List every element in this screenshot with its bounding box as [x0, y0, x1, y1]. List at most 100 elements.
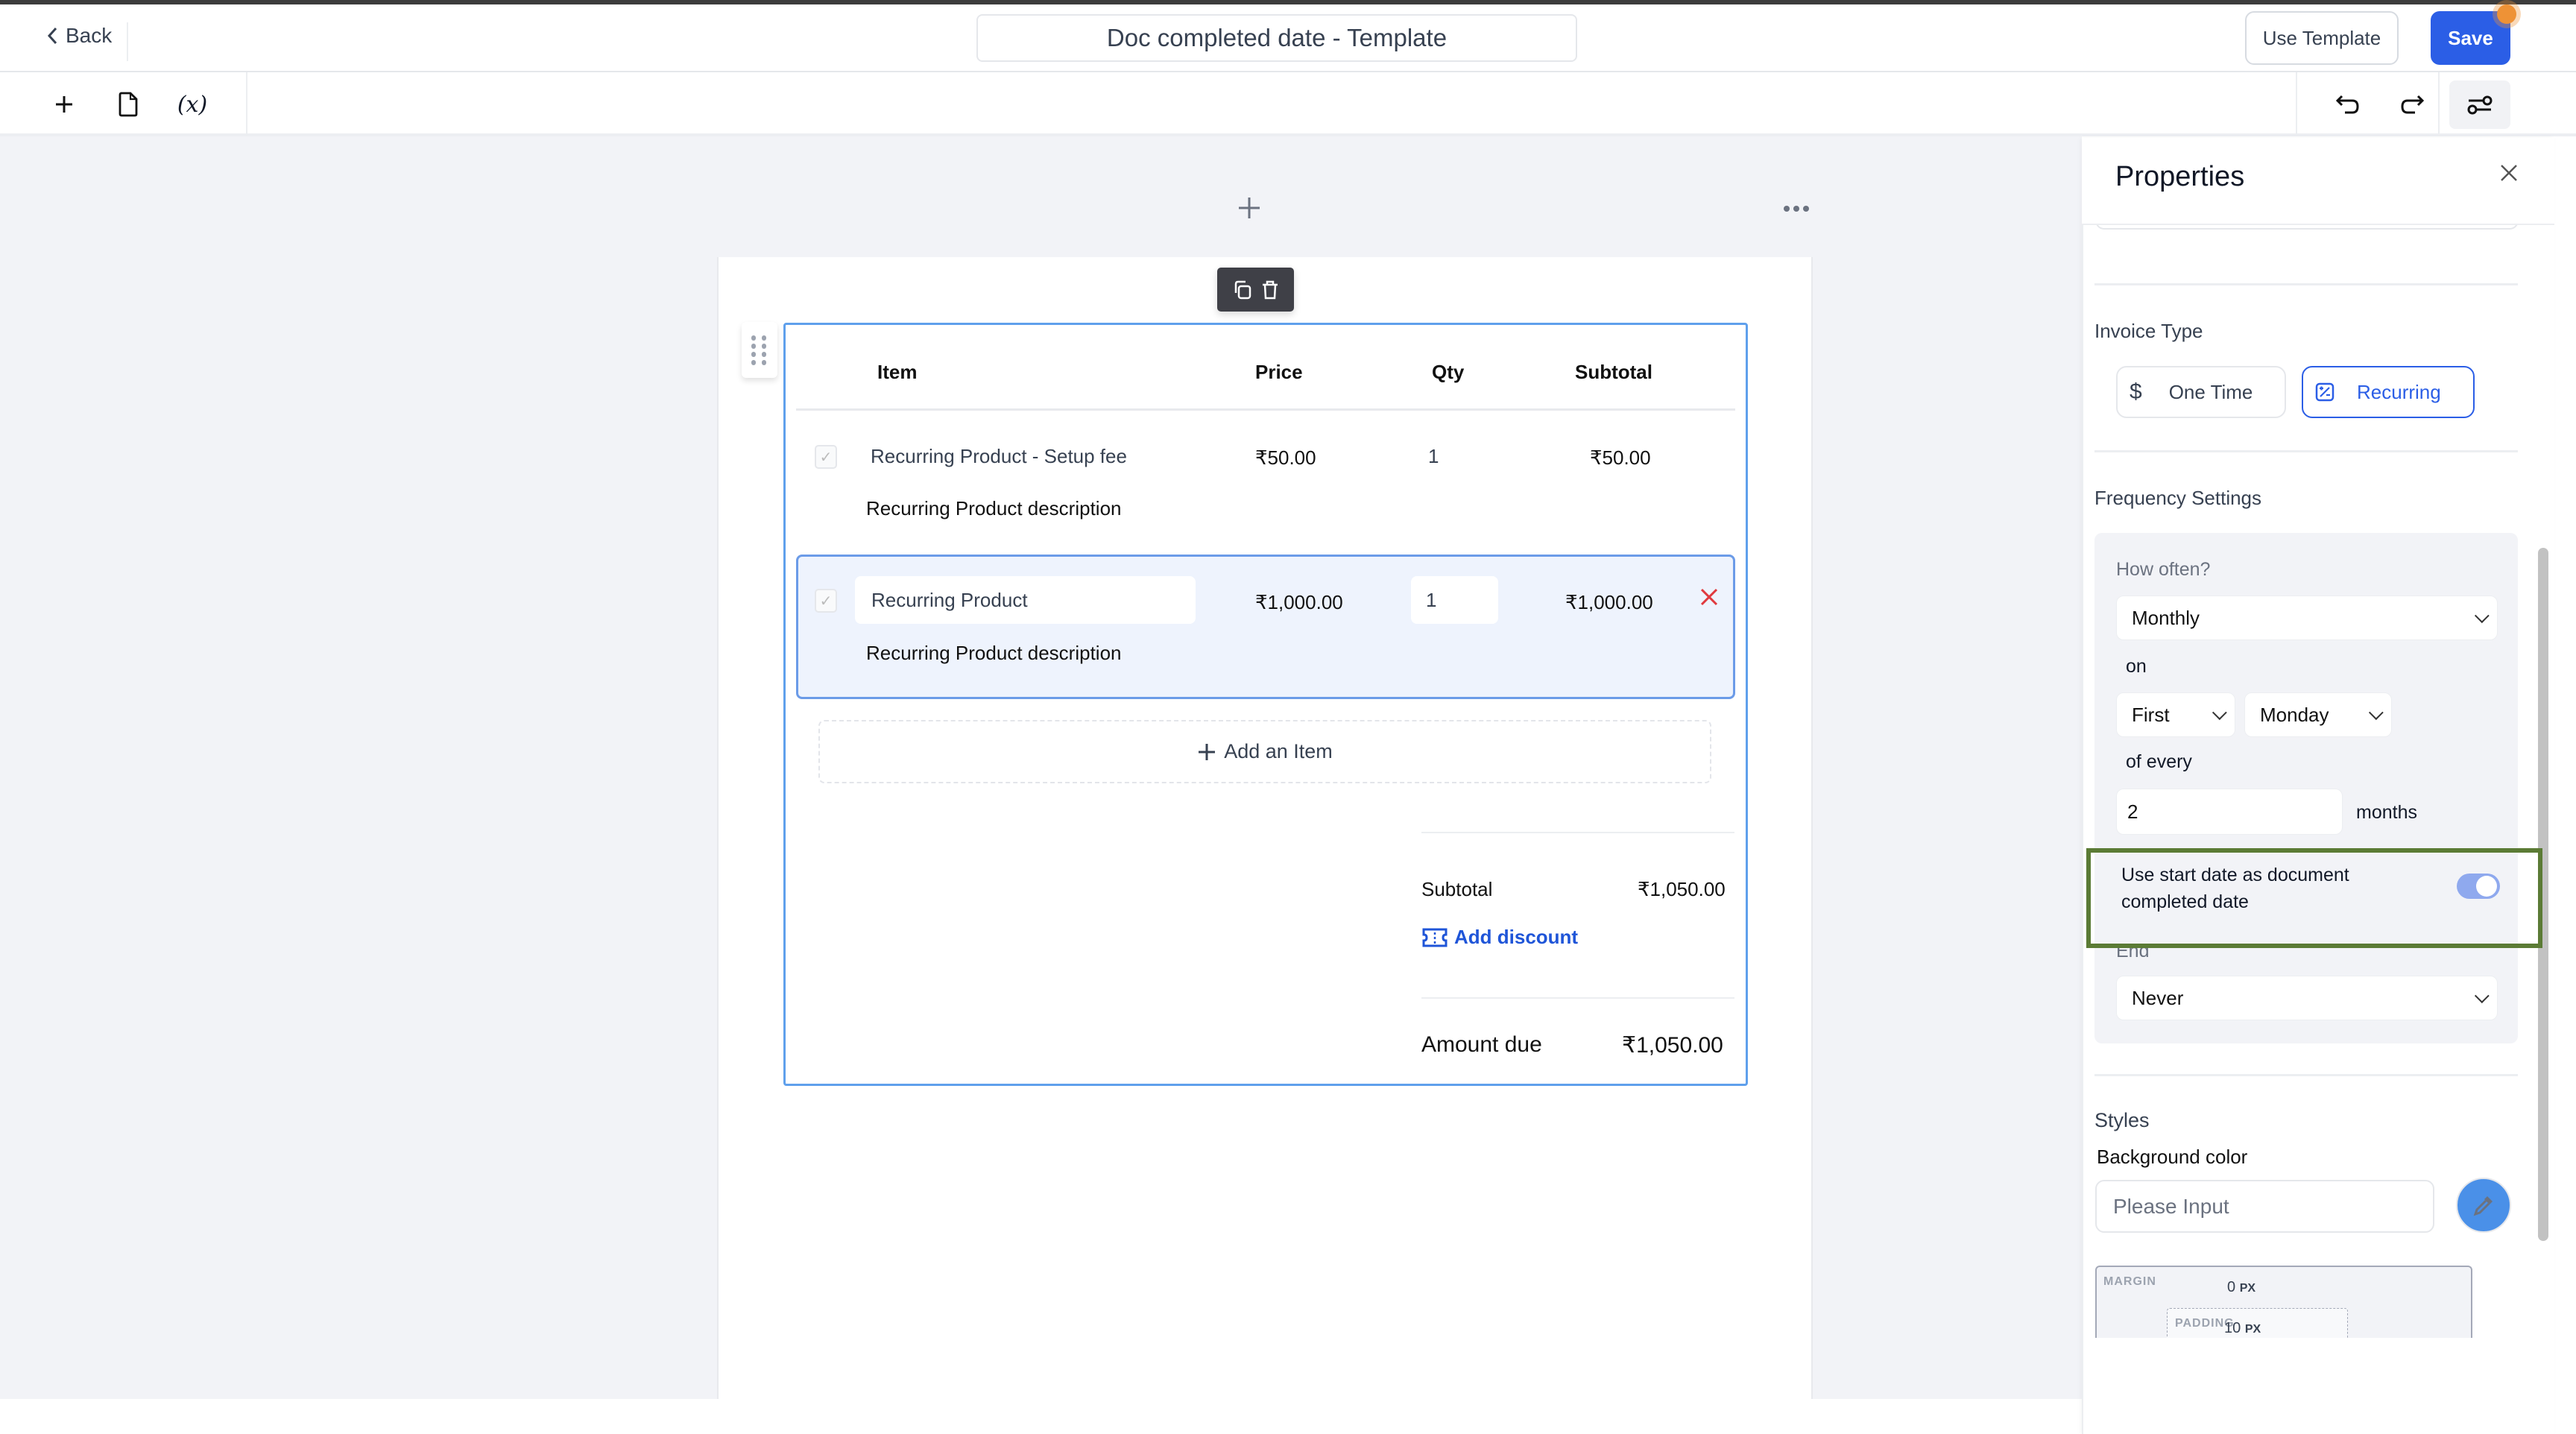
add-discount-label: Add discount [1454, 926, 1579, 948]
close-icon [1700, 588, 1718, 606]
styles-label: Styles [2094, 1109, 2150, 1131]
end-label: End [2116, 941, 2150, 961]
invoice-type-recurring[interactable]: Recurring [2302, 366, 2475, 418]
chevron-down-icon [2474, 608, 2490, 624]
add-discount-button[interactable]: Add discount [1421, 926, 1578, 949]
dot-icon [1784, 206, 1790, 212]
dot-icon [1793, 206, 1799, 212]
select-value: Monthly [2132, 606, 2200, 629]
weekday-select[interactable]: Monday [2244, 692, 2392, 737]
margin-label: MARGIN [2103, 1275, 2156, 1288]
row-checkbox[interactable]: ✓ [815, 589, 837, 613]
trash-icon[interactable] [1260, 279, 1280, 301]
interval-input[interactable]: 2 [2116, 789, 2343, 835]
block-toolbar [1217, 268, 1294, 312]
use-template-button[interactable]: Use Template [2245, 11, 2399, 65]
item-name: Recurring Product [871, 588, 1028, 611]
properties-title: Properties [2115, 161, 2245, 192]
column-header-subtotal: Subtotal [1575, 361, 1652, 383]
column-header-qty: Qty [1432, 361, 1465, 383]
panel-footer [2083, 1338, 2554, 1434]
recurring-percent-icon [2315, 382, 2334, 402]
more-options-button[interactable] [1774, 194, 1819, 224]
item-subtotal: ₹50.00 [1590, 446, 1651, 469]
divider [1421, 832, 1734, 833]
item-name[interactable]: Recurring Product - Setup fee [871, 445, 1127, 468]
invoice-type-one-time[interactable]: $ One Time [2116, 366, 2286, 418]
item-name-input[interactable]: Recurring Product [855, 576, 1196, 624]
add-element-button[interactable] [42, 82, 86, 127]
how-often-label: How often? [2116, 559, 2211, 580]
color-picker-button[interactable] [2456, 1178, 2511, 1233]
unsaved-indicator-dot [2497, 4, 2516, 24]
document-title-input[interactable]: Doc completed date - Template [976, 14, 1577, 62]
use-start-date-label: Use start date as document completed dat… [2121, 865, 2349, 912]
interval-unit-label: months [2356, 802, 2417, 823]
invoice-type-label: Invoice Type [2094, 320, 2203, 342]
chevron-down-icon [2212, 705, 2227, 721]
undo-button[interactable] [2326, 82, 2370, 127]
delete-row-button[interactable] [1699, 587, 1719, 610]
divider [2296, 72, 2297, 136]
check-icon: ✓ [819, 593, 833, 610]
how-often-select[interactable]: Monthly [2116, 596, 2498, 640]
margin-top-value[interactable]: 0 PX [2227, 1279, 2255, 1296]
divider [2094, 450, 2518, 452]
invoice-table-block[interactable] [783, 323, 1748, 1086]
add-section-button[interactable] [1227, 189, 1272, 227]
item-qty[interactable]: 1 [1428, 445, 1439, 468]
background-color-label: Background color [2097, 1146, 2248, 1168]
undo-icon [2335, 95, 2359, 114]
select-value: First [2132, 703, 2170, 726]
editor-toolbar [0, 72, 2576, 136]
select-value: Monday [2260, 703, 2329, 726]
item-description[interactable]: Recurring Product description [866, 497, 1122, 520]
background-color-input[interactable]: Please Input [2095, 1180, 2434, 1233]
back-button[interactable]: Back [46, 22, 112, 49]
canvas-footer [0, 1399, 2082, 1434]
input-value: 2 [2127, 800, 2138, 823]
column-header-item: Item [877, 361, 918, 383]
properties-scrollbar[interactable] [2538, 548, 2548, 1241]
dot-icon [1803, 206, 1809, 212]
close-properties-button[interactable] [2494, 158, 2524, 188]
drag-handle[interactable] [742, 322, 777, 378]
divider [127, 22, 128, 61]
row-checkbox[interactable]: ✓ [815, 445, 837, 469]
subtotal-label: Subtotal [1421, 878, 1493, 900]
redo-button[interactable] [2390, 82, 2434, 127]
plus-icon [1199, 743, 1216, 760]
add-item-button[interactable]: Add an Item [818, 720, 1711, 783]
on-label: on [2126, 656, 2147, 677]
amount-due-label: Amount due [1421, 1032, 1542, 1057]
end-select[interactable]: Never [2116, 976, 2498, 1020]
plus-icon [56, 96, 72, 113]
pages-button[interactable] [106, 82, 151, 127]
item-qty-input[interactable]: 1 [1411, 576, 1498, 624]
column-header-price: Price [1255, 361, 1303, 383]
copy-icon[interactable] [1232, 279, 1253, 301]
properties-toggle-button[interactable] [2449, 80, 2510, 129]
subtotal-value: ₹1,050.00 [1638, 878, 1726, 900]
item-description[interactable]: Recurring Product description [866, 642, 1122, 665]
item-price: ₹1,000.00 [1255, 591, 1343, 613]
add-item-label: Add an Item [1224, 740, 1333, 762]
select-value: Never [2132, 986, 2184, 1009]
divider [796, 408, 1735, 411]
option-label: Recurring [2357, 380, 2441, 403]
variable-icon: (x) [177, 91, 208, 118]
chevron-left-icon [47, 27, 57, 45]
divider [1421, 997, 1734, 999]
divider [2438, 72, 2440, 136]
input-placeholder: Please Input [2113, 1194, 2229, 1218]
eyedropper-icon [2473, 1196, 2493, 1216]
variables-button[interactable]: (x) [170, 82, 215, 127]
close-icon [2501, 165, 2517, 181]
amount-due-value: ₹1,050.00 [1622, 1033, 1723, 1058]
divider [2094, 1074, 2518, 1076]
ordinal-select[interactable]: First [2116, 692, 2235, 737]
chevron-down-icon [2474, 988, 2490, 1004]
padding-top-value[interactable]: 10 PX [2224, 1320, 2261, 1337]
document-title: Doc completed date - Template [1106, 24, 1448, 51]
toggle-knob [2476, 876, 2497, 897]
